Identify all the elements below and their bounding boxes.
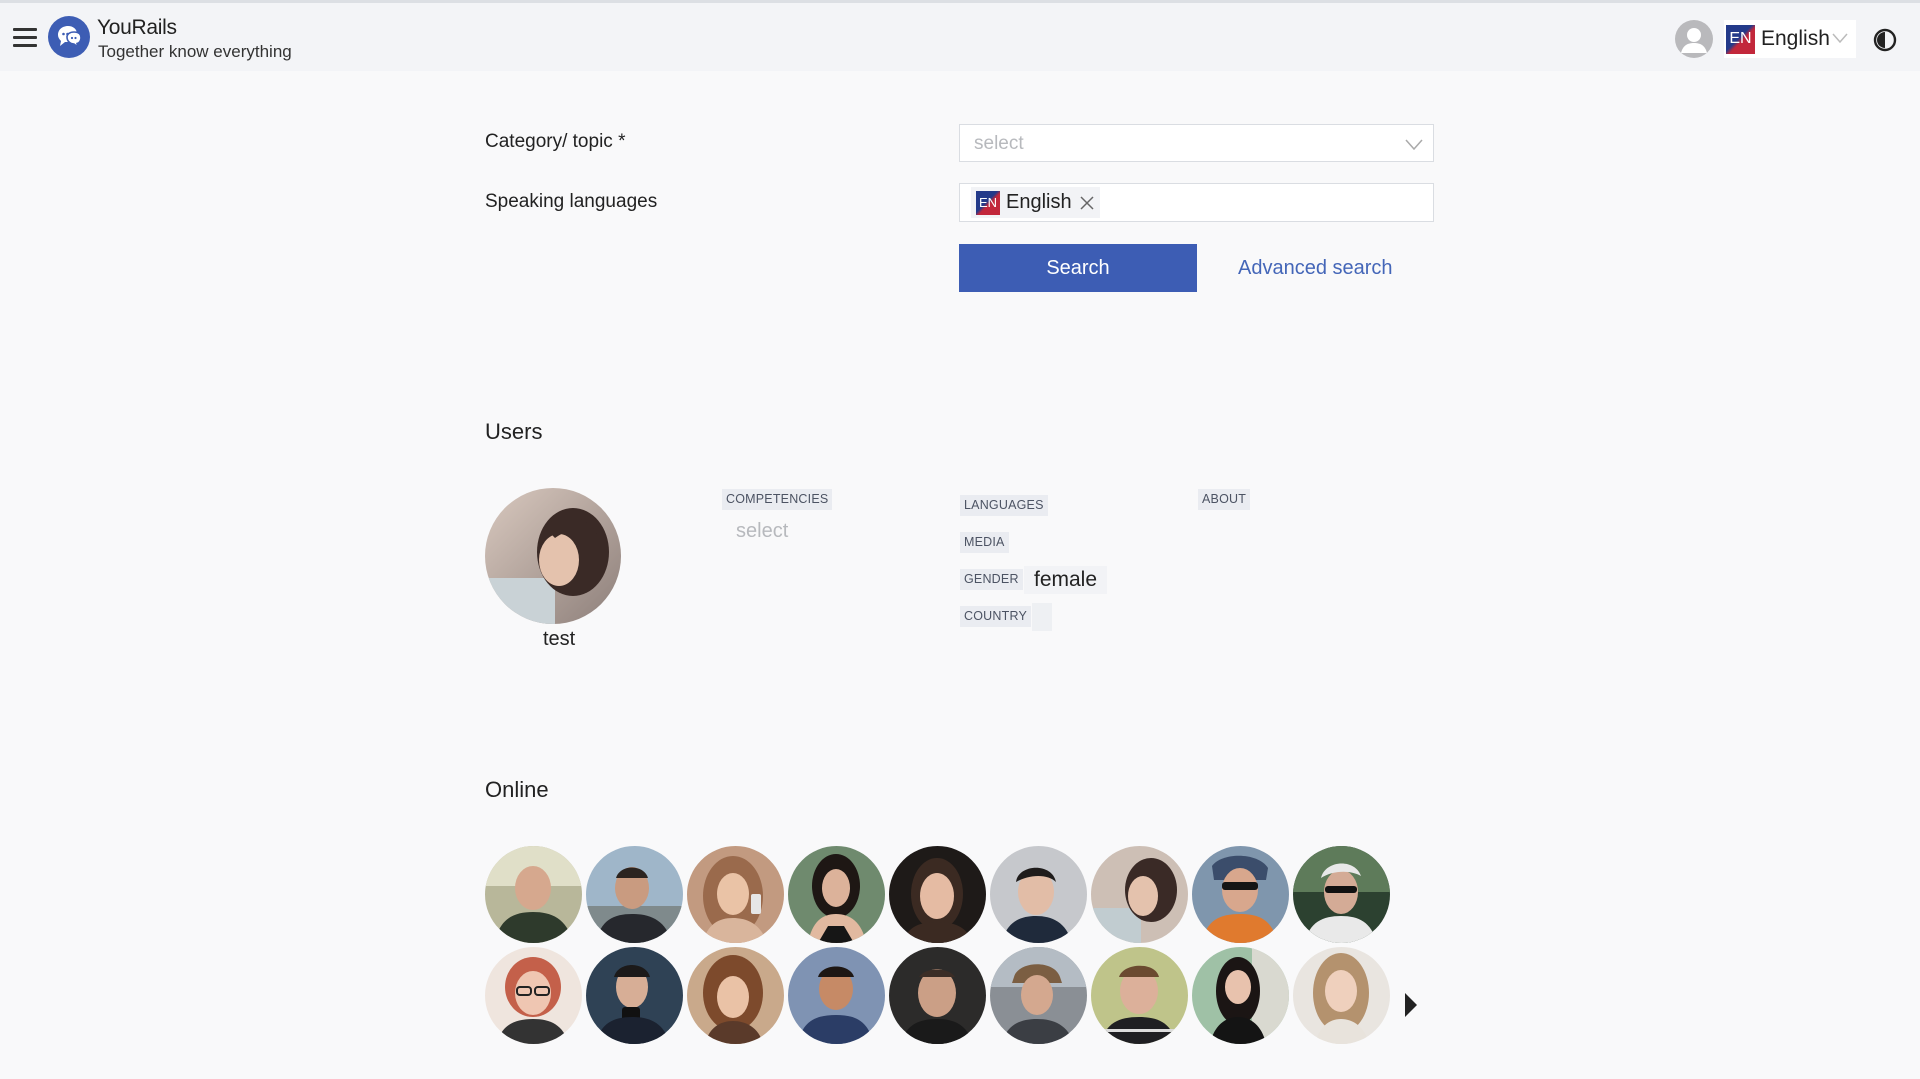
user-card[interactable]: test bbox=[485, 488, 621, 650]
user-name[interactable]: test bbox=[543, 628, 575, 651]
brand-name[interactable]: YouRails bbox=[97, 16, 177, 40]
online-user-avatar[interactable] bbox=[687, 947, 784, 1044]
online-user-avatar[interactable] bbox=[889, 846, 986, 943]
online-user-avatar[interactable] bbox=[788, 846, 885, 943]
about-tag: ABOUT bbox=[1198, 489, 1251, 510]
language-chip: EN English bbox=[971, 187, 1100, 218]
category-label: Category/ topic * bbox=[485, 131, 626, 152]
online-user-avatar[interactable] bbox=[1293, 947, 1390, 1044]
competencies-value: select bbox=[736, 520, 789, 542]
search-button[interactable]: Search bbox=[959, 244, 1197, 292]
gender-tag: GENDER bbox=[960, 569, 1023, 590]
chevron-down-icon bbox=[1405, 139, 1423, 150]
languages-tag: LANGUAGES bbox=[960, 495, 1048, 516]
contrast-toggle-icon[interactable] bbox=[1873, 28, 1897, 52]
gender-value: female bbox=[1024, 566, 1108, 594]
online-user-avatar[interactable] bbox=[485, 947, 582, 1044]
chevron-right-icon[interactable] bbox=[1403, 991, 1419, 1019]
online-user-avatar[interactable] bbox=[889, 947, 986, 1044]
online-user-avatar[interactable] bbox=[1192, 947, 1289, 1044]
en-flag-icon: EN bbox=[976, 190, 1000, 215]
media-tag: MEDIA bbox=[960, 532, 1009, 553]
language-chip-label: English bbox=[1006, 191, 1072, 213]
speaking-languages-label: Speaking languages bbox=[485, 191, 658, 212]
competencies-tag: COMPETENCIES bbox=[722, 489, 833, 510]
online-user-avatar[interactable] bbox=[485, 846, 582, 943]
online-user-avatar[interactable] bbox=[990, 846, 1087, 943]
user-photo[interactable] bbox=[485, 488, 621, 624]
en-flag-icon: EN bbox=[1726, 24, 1755, 54]
online-user-avatar[interactable] bbox=[1091, 846, 1188, 943]
category-select[interactable]: select bbox=[959, 124, 1434, 162]
brand-tagline: Together know everything bbox=[98, 42, 292, 61]
online-section-title: Online bbox=[485, 777, 549, 802]
online-user-avatar[interactable] bbox=[1293, 846, 1390, 943]
online-user-avatar[interactable] bbox=[788, 947, 885, 1044]
app-header: YouRails Together know everything EN Eng… bbox=[0, 3, 1920, 71]
country-value bbox=[1032, 603, 1052, 631]
online-user-avatar[interactable] bbox=[990, 947, 1087, 1044]
users-section-title: Users bbox=[485, 419, 543, 444]
online-user-avatar[interactable] bbox=[1091, 947, 1188, 1044]
language-label: English bbox=[1761, 27, 1830, 50]
online-user-avatar[interactable] bbox=[586, 947, 683, 1044]
chevron-down-icon bbox=[1832, 33, 1848, 43]
language-selector[interactable]: EN English bbox=[1724, 20, 1856, 58]
category-placeholder: select bbox=[974, 133, 1024, 154]
hamburger-menu-icon[interactable] bbox=[13, 28, 37, 48]
online-user-avatar[interactable] bbox=[586, 846, 683, 943]
speaking-languages-input[interactable]: EN English bbox=[959, 183, 1434, 222]
chat-bubbles-logo-icon[interactable] bbox=[48, 16, 90, 58]
online-user-avatar[interactable] bbox=[687, 846, 784, 943]
advanced-search-link[interactable]: Advanced search bbox=[1238, 257, 1393, 280]
online-user-avatar[interactable] bbox=[1192, 846, 1289, 943]
country-tag: COUNTRY bbox=[960, 606, 1031, 627]
close-icon[interactable] bbox=[1080, 195, 1094, 210]
user-avatar-icon[interactable] bbox=[1675, 20, 1713, 58]
